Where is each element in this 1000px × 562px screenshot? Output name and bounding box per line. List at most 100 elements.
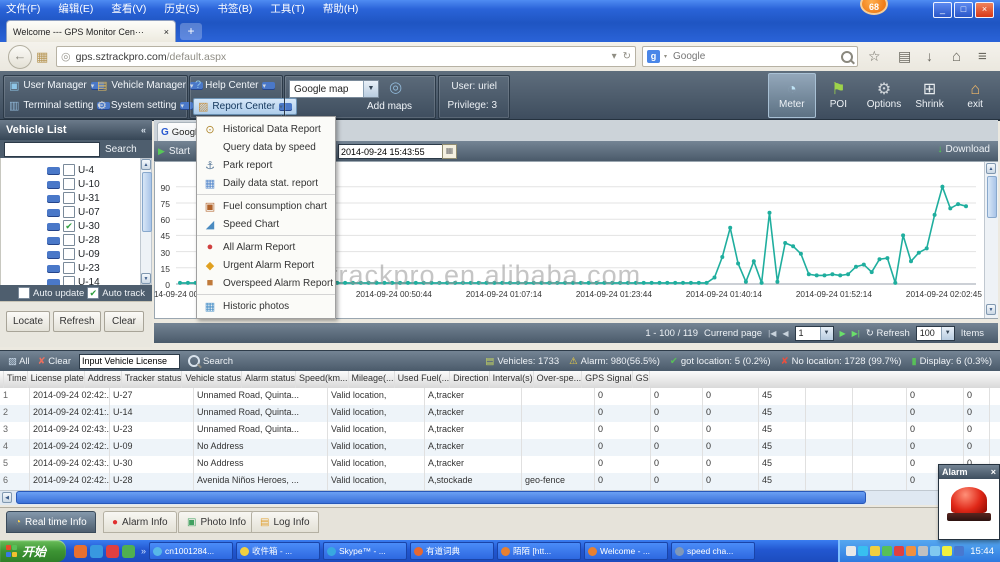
tab-alarm-info[interactable]: ● Alarm Info bbox=[103, 511, 177, 533]
meter-button[interactable]: ◔ Meter bbox=[768, 73, 816, 118]
first-page-icon[interactable]: |◀ bbox=[768, 329, 776, 338]
table-row[interactable]: 1 2014-09-24 02:42:... U-27 Unnamed Road… bbox=[0, 388, 1000, 405]
menu-item[interactable]: ◢ Speed Chart bbox=[197, 215, 335, 233]
chevron-down-icon[interactable]: ▼ bbox=[941, 327, 954, 340]
license-filter-input[interactable] bbox=[79, 354, 180, 369]
start-button[interactable]: 开始 bbox=[0, 540, 66, 562]
tray-icon[interactable] bbox=[942, 546, 952, 556]
search-engine-dropdown-icon[interactable]: ▾ bbox=[664, 53, 667, 60]
vehicle-search-input[interactable] bbox=[4, 142, 100, 157]
scroll-up-icon[interactable]: ▲ bbox=[986, 163, 996, 174]
new-tab-button[interactable]: + bbox=[180, 23, 202, 40]
column-header[interactable]: Used Fuel(... bbox=[395, 371, 451, 388]
vehicle-list-item[interactable]: ✔ U-30 bbox=[1, 219, 140, 233]
options-button[interactable]: ⚙ Options bbox=[861, 73, 907, 118]
scrollbar-thumb[interactable] bbox=[987, 176, 997, 218]
vehicle-search-button[interactable]: Search bbox=[105, 144, 137, 155]
map-select[interactable]: Google map ▼ bbox=[289, 80, 379, 98]
vehicle-list[interactable]: U-4 U-10 U-31 U-07 ✔ bbox=[0, 158, 140, 285]
close-button[interactable]: × bbox=[975, 2, 994, 18]
search-input[interactable] bbox=[671, 50, 837, 63]
table-row[interactable]: 2 2014-09-24 02:41:... U-14 Unnamed Road… bbox=[0, 405, 1000, 422]
bookmark-star-icon[interactable]: ☆ bbox=[868, 48, 881, 65]
column-header[interactable]: Time bbox=[4, 371, 28, 388]
column-header[interactable]: GS bbox=[633, 371, 650, 388]
poi-button[interactable]: ⚑ POI bbox=[816, 73, 862, 118]
column-header[interactable]: Interval(s) bbox=[490, 371, 534, 388]
vehicle-list-item[interactable]: U-14 bbox=[1, 275, 140, 285]
task-button[interactable]: speed cha... bbox=[671, 542, 755, 560]
reload-icon[interactable]: ↻ bbox=[623, 51, 631, 62]
menu-item[interactable]: 帮助(H) bbox=[323, 1, 359, 15]
vehicle-checkbox[interactable] bbox=[63, 192, 75, 204]
menu-item[interactable]: Query data by speed bbox=[197, 138, 335, 156]
report-center-button[interactable]: ▨ Report Center▾ bbox=[193, 98, 297, 115]
vehicle-list-item[interactable]: U-4 bbox=[1, 163, 140, 177]
restore-button[interactable]: □ bbox=[954, 2, 973, 18]
table-row[interactable]: 3 2014-09-24 02:43:... U-23 Unnamed Road… bbox=[0, 422, 1000, 439]
auto-update-checkbox[interactable] bbox=[18, 287, 30, 299]
refresh-pagination-button[interactable]: ↻ Refresh bbox=[866, 328, 910, 339]
datetime-input[interactable] bbox=[338, 144, 444, 159]
add-maps-icon[interactable]: ◎ bbox=[389, 78, 402, 96]
refresh-button[interactable]: Refresh bbox=[53, 311, 101, 332]
select-all-button[interactable]: ▨ All bbox=[8, 356, 30, 367]
vehicle-list-item[interactable]: U-07 bbox=[1, 205, 140, 219]
collapse-icon[interactable]: « bbox=[141, 125, 146, 135]
vehicle-list-item[interactable]: U-23 bbox=[1, 261, 140, 275]
vehicle-list-item[interactable]: U-31 bbox=[1, 191, 140, 205]
downloads-icon[interactable]: ↓ bbox=[926, 48, 933, 64]
hamburger-menu-icon[interactable]: ≡ bbox=[978, 48, 987, 65]
system-setting-button[interactable]: ⚙ System setting▾ bbox=[97, 99, 193, 112]
close-icon[interactable]: × bbox=[991, 467, 996, 477]
column-header[interactable]: Alarm status bbox=[242, 371, 296, 388]
browser-tab[interactable]: Welcome --- GPS Monitor Cen··· × bbox=[6, 20, 176, 42]
page-select[interactable]: 1 ▼ bbox=[795, 326, 834, 341]
alarm-popup-titlebar[interactable]: Alarm × bbox=[939, 465, 999, 479]
search-bar[interactable]: g ▾ bbox=[642, 46, 858, 67]
menu-item[interactable]: 历史(S) bbox=[164, 1, 199, 15]
vehicle-list-item[interactable]: U-28 bbox=[1, 233, 140, 247]
tray-icon[interactable] bbox=[894, 546, 904, 556]
menu-item[interactable]: ▦ Daily data stat. report bbox=[197, 174, 335, 192]
google-map-tab[interactable]: G Google map bbox=[157, 122, 199, 141]
vehicle-checkbox[interactable] bbox=[63, 262, 75, 274]
tray-icon[interactable] bbox=[882, 546, 892, 556]
menu-item[interactable]: ▣ Fuel consumption chart bbox=[197, 197, 335, 215]
tab-real-time-info[interactable]: ◔ Real time Info bbox=[6, 511, 96, 533]
tab-photo-info[interactable]: ▣ Photo Info bbox=[178, 511, 255, 533]
menu-item[interactable]: ● All Alarm Report bbox=[197, 238, 335, 256]
map-select-arrow-icon[interactable]: ▼ bbox=[363, 81, 378, 97]
chart-scrollbar[interactable]: ▲ ▼ bbox=[984, 162, 998, 318]
menu-item[interactable]: ⊙ Historical Data Report bbox=[197, 120, 335, 138]
shrink-button[interactable]: ⊞ Shrink bbox=[907, 73, 953, 118]
chevron-down-icon[interactable]: ▼ bbox=[820, 327, 833, 340]
scroll-down-icon[interactable]: ▼ bbox=[141, 273, 151, 284]
menu-item[interactable]: ◆ Urgent Alarm Report bbox=[197, 256, 335, 274]
table-row[interactable]: 4 2014-09-24 02:42:... U-09 No Address V… bbox=[0, 439, 1000, 456]
column-header[interactable]: Tracker status bbox=[122, 371, 183, 388]
task-button[interactable]: Skype™ - ... bbox=[323, 542, 407, 560]
locate-button[interactable]: Locate bbox=[6, 311, 50, 332]
tray-icon[interactable] bbox=[906, 546, 916, 556]
search-icon[interactable] bbox=[841, 51, 853, 63]
menu-item[interactable]: 查看(V) bbox=[111, 1, 146, 15]
tray-icon[interactable] bbox=[930, 546, 940, 556]
vehicle-list-item[interactable]: U-10 bbox=[1, 177, 140, 191]
calendar-icon[interactable]: ▦ bbox=[442, 144, 457, 159]
table-row[interactable]: 6 2014-09-24 02:42:... U-28 Avenida Niño… bbox=[0, 473, 1000, 490]
tray-icon[interactable] bbox=[954, 546, 964, 556]
search-engine-icon[interactable]: g bbox=[647, 50, 660, 63]
vehicle-checkbox[interactable] bbox=[63, 248, 75, 260]
tray-icon[interactable] bbox=[858, 546, 868, 556]
vehicle-checkbox[interactable] bbox=[63, 276, 75, 285]
last-page-icon[interactable]: ▶| bbox=[852, 329, 860, 338]
user-manager-button[interactable]: ▣ User Manager▾ bbox=[9, 79, 104, 92]
folder-icon[interactable]: ▦ bbox=[36, 49, 48, 65]
quick-launch-icon[interactable] bbox=[122, 545, 135, 558]
menu-item[interactable]: 工具(T) bbox=[270, 1, 304, 15]
vehicle-checkbox[interactable] bbox=[63, 234, 75, 246]
scrollbar-thumb[interactable] bbox=[16, 491, 866, 504]
auto-track-checkbox[interactable]: ✔ bbox=[87, 287, 99, 299]
scroll-up-icon[interactable]: ▲ bbox=[141, 159, 151, 170]
